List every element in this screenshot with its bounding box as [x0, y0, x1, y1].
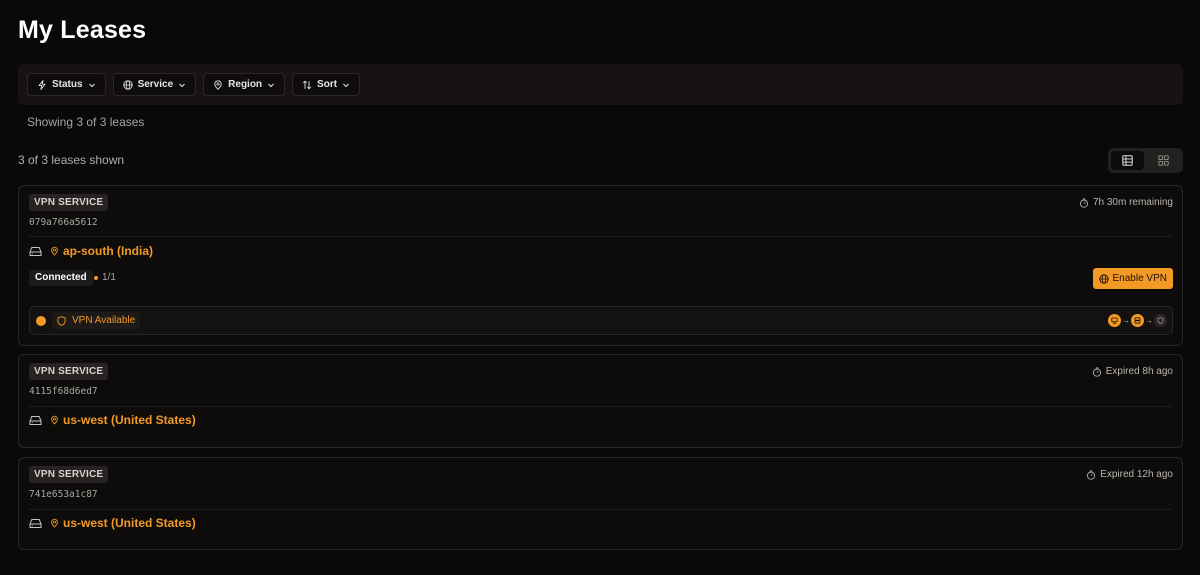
region-row: ap-south (India) — [29, 244, 153, 258]
lease-time: Expired 12h ago — [1086, 469, 1173, 480]
region-name: us-west (United States) — [50, 413, 196, 427]
globe-icon — [1098, 273, 1109, 284]
server-node-icon — [1131, 314, 1144, 327]
service-filter-button[interactable]: Service — [112, 73, 197, 96]
region-row: us-west (United States) — [29, 413, 196, 427]
lease-id: 741e653a1c87 — [29, 489, 98, 500]
divider — [29, 236, 1172, 237]
vpn-status-panel: VPN Available → → — [29, 306, 1173, 335]
lease-card[interactable]: VPN SERVICE 4115f68d6ed7 Expired 8h ago … — [18, 354, 1183, 448]
region-name: us-west (United States) — [50, 516, 196, 530]
arrow-right-icon: → — [1122, 316, 1130, 325]
service-badge: VPN SERVICE — [29, 466, 109, 483]
sort-arrows-icon — [303, 80, 312, 89]
lease-card[interactable]: VPN SERVICE 079a766a5612 7h 30m remainin… — [18, 185, 1183, 346]
lease-time-label: Expired 8h ago — [1105, 366, 1173, 377]
grid-view-icon — [1158, 155, 1169, 166]
lease-card[interactable]: VPN SERVICE 741e653a1c87 Expired 12h ago… — [18, 457, 1183, 550]
filter-bar: Status Service Region Sort — [18, 64, 1183, 105]
lease-time: 7h 30m remaining — [1079, 197, 1173, 208]
timer-icon — [1087, 469, 1096, 480]
sort-button[interactable]: Sort — [292, 73, 361, 96]
connection-count: 1/1 — [94, 272, 116, 283]
lease-id: 079a766a5612 — [29, 217, 98, 228]
hard-drive-icon — [29, 246, 42, 256]
enable-vpn-button[interactable]: Enable VPN — [1092, 268, 1173, 289]
chevron-down-icon — [268, 83, 274, 87]
timer-icon — [1092, 366, 1101, 377]
table-view-icon — [1122, 155, 1133, 166]
vpn-indicator-dot — [36, 316, 46, 326]
grid-view-button[interactable] — [1147, 151, 1180, 170]
divider — [29, 406, 1172, 407]
region-name: ap-south (India) — [50, 244, 153, 258]
connection-status-badge: Connected — [29, 270, 93, 286]
bolt-icon — [38, 79, 46, 90]
globe-icon — [122, 79, 133, 90]
arrow-right-icon: → — [1145, 316, 1153, 325]
map-pin-icon — [51, 518, 58, 528]
table-view-button[interactable] — [1111, 151, 1144, 170]
connection-count-label: 1/1 — [102, 272, 116, 283]
timer-icon — [1079, 197, 1089, 208]
vpn-available-label: VPN Available — [72, 315, 136, 326]
enable-vpn-label: Enable VPN — [1112, 273, 1167, 284]
map-pin-icon — [51, 246, 58, 256]
view-toggle — [1108, 148, 1183, 173]
region-label: ap-south (India) — [63, 244, 153, 258]
sort-label: Sort — [317, 79, 338, 90]
service-badge: VPN SERVICE — [29, 363, 109, 380]
lease-time-label: Expired 12h ago — [1100, 469, 1173, 480]
page-title: My Leases — [18, 16, 147, 44]
divider — [29, 509, 1172, 510]
device-node-icon — [1108, 314, 1121, 327]
shield-node-icon — [1154, 314, 1167, 327]
region-label: us-west (United States) — [63, 413, 196, 427]
hard-drive-icon — [29, 518, 42, 528]
map-pin-icon — [214, 79, 222, 90]
shield-icon — [57, 315, 66, 326]
showing-count: Showing 3 of 3 leases — [27, 115, 145, 129]
chevron-down-icon — [88, 83, 95, 87]
status-filter-label: Status — [52, 79, 83, 90]
lease-time: Expired 8h ago — [1092, 366, 1173, 377]
vpn-available-badge: VPN Available — [52, 312, 141, 329]
chevron-down-icon — [343, 83, 349, 87]
shown-count: 3 of 3 leases shown — [18, 153, 125, 167]
service-badge: VPN SERVICE — [29, 194, 109, 211]
status-filter-button[interactable]: Status — [27, 73, 106, 96]
service-filter-label: Service — [137, 79, 174, 90]
lease-id: 4115f68d6ed7 — [29, 386, 98, 397]
region-row: us-west (United States) — [29, 516, 196, 530]
chevron-down-icon — [179, 83, 186, 87]
region-filter-button[interactable]: Region — [203, 73, 286, 96]
map-pin-icon — [51, 415, 58, 425]
region-label: us-west (United States) — [63, 516, 196, 530]
connection-flow: → → — [1108, 314, 1167, 327]
hard-drive-icon — [29, 415, 42, 425]
lease-time-label: 7h 30m remaining — [1092, 197, 1173, 208]
status-dot — [94, 275, 98, 280]
region-filter-label: Region — [228, 79, 263, 90]
